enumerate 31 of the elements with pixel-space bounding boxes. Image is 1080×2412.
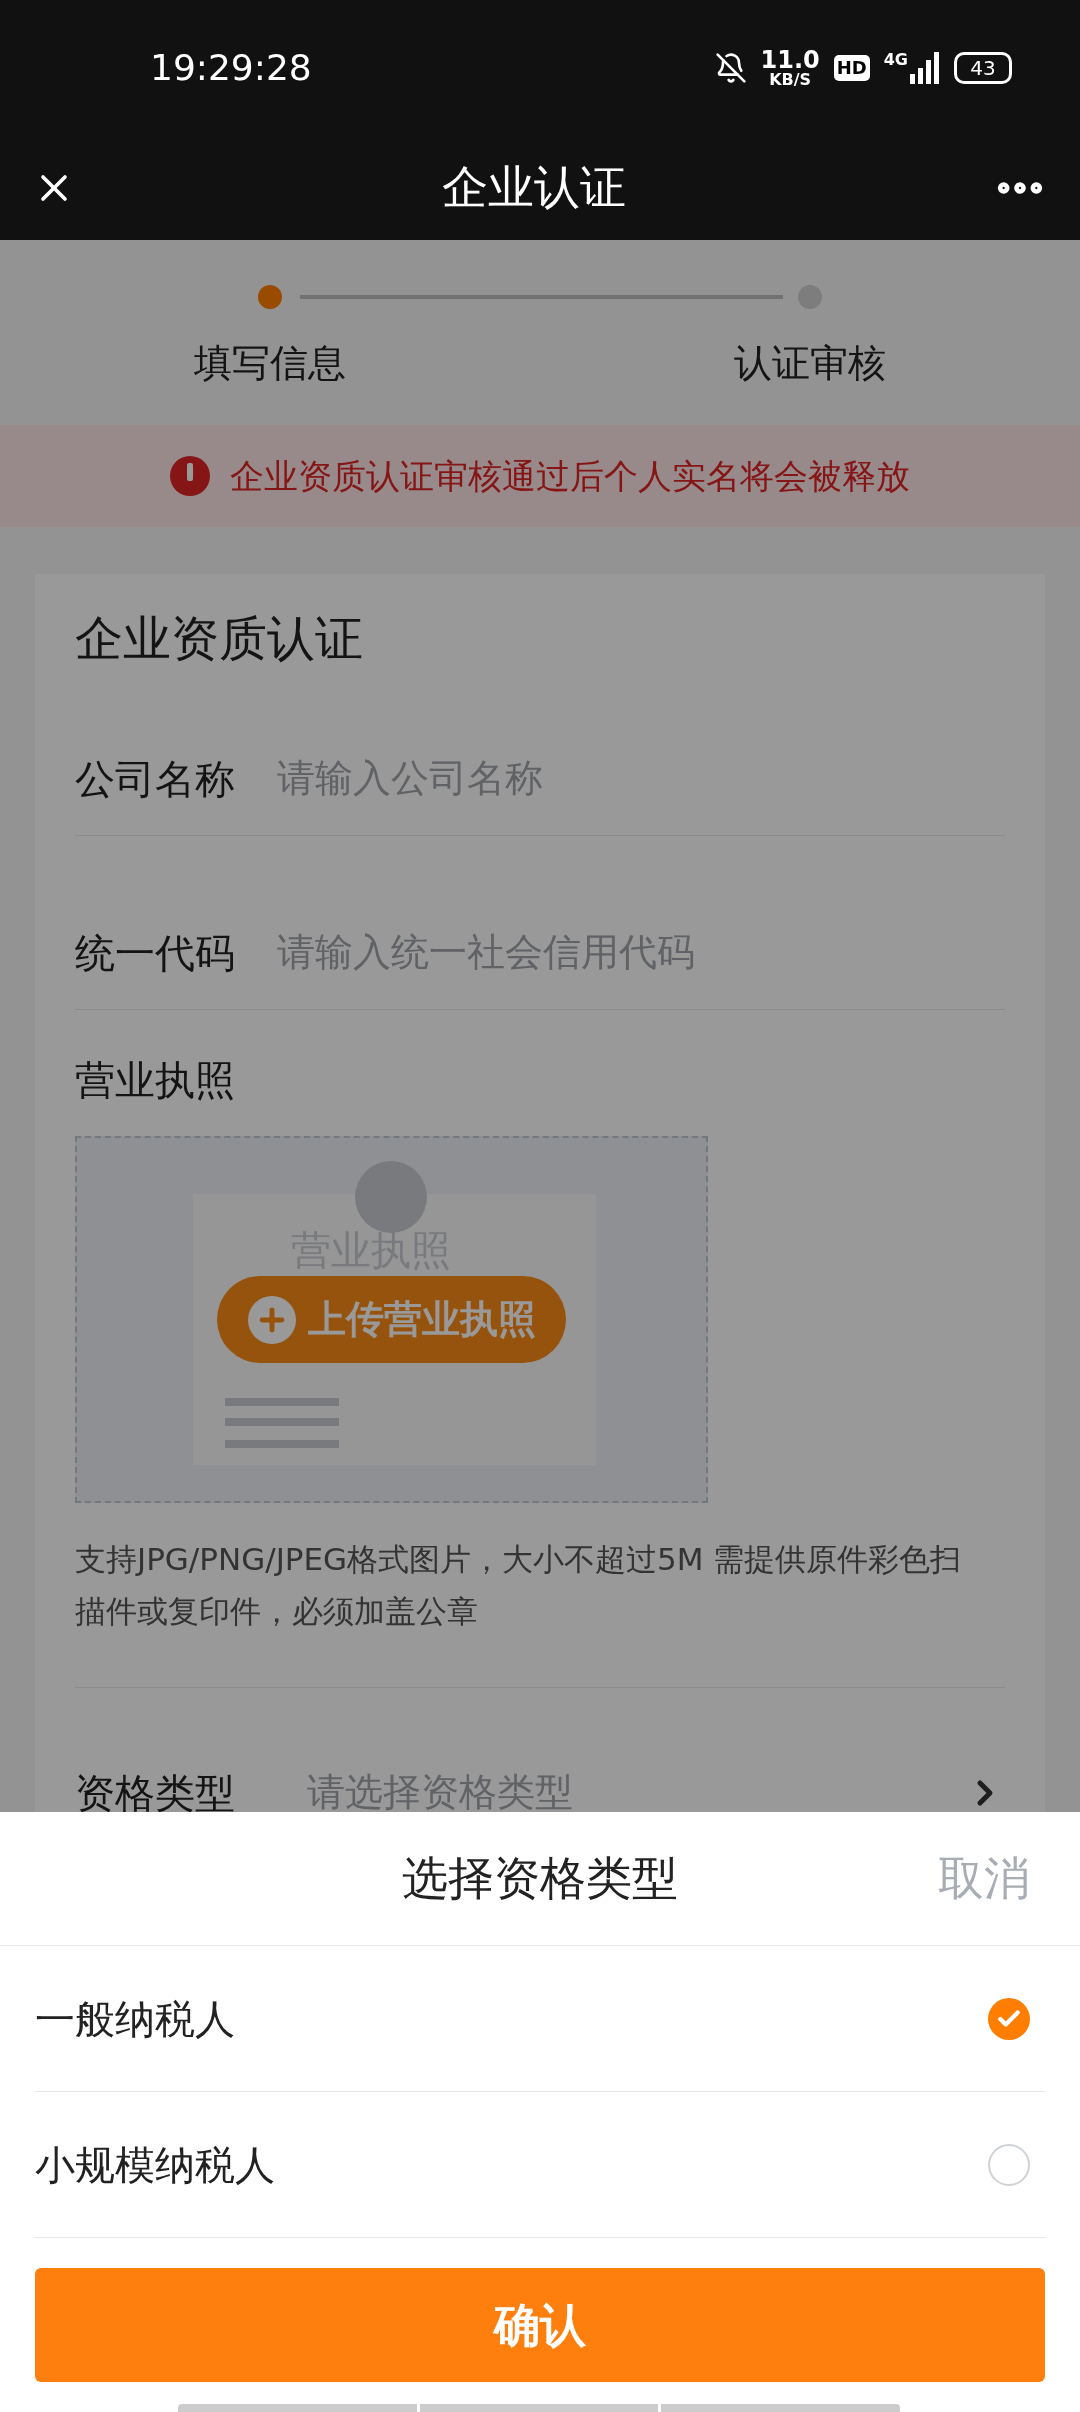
network-type: 4G <box>883 51 908 68</box>
upload-button[interactable]: 上传营业执照 <box>217 1276 566 1363</box>
page-title: 企业认证 <box>441 159 627 216</box>
warning-icon <box>170 456 210 496</box>
radio-button[interactable] <box>988 1997 1030 2040</box>
license-label: 营业执照 <box>75 1060 236 1100</box>
radio-button[interactable] <box>988 2143 1030 2186</box>
field-label: 公司名称 <box>75 754 235 804</box>
battery-indicator: 43 <box>954 51 1012 84</box>
field-label: 资格类型 <box>75 1768 236 1818</box>
bell-muted-icon <box>714 51 747 84</box>
card-title: 企业资质认证 <box>75 614 364 662</box>
text-field[interactable]: 请输入统一社会信用代码 <box>277 924 1005 981</box>
cancel-button[interactable]: 取消 <box>938 1844 1030 1913</box>
net-speed: 11.0 <box>760 47 820 72</box>
text-field[interactable]: 请输入公司名称 <box>277 750 1005 807</box>
hd-badge: HD <box>833 54 870 81</box>
net-speed-unit: KB/S <box>769 71 812 88</box>
upload-hint: 支持JPG/PNG/JPEG格式图片，大小不超过5M 需提供原件彩色扫描件或复印件，必须加盖公章 <box>75 1540 963 1631</box>
field-label: 统一代码 <box>75 928 235 978</box>
option-row[interactable]: 一般纳税人 <box>35 1946 1045 2092</box>
option-row[interactable]: 小规模纳税人 <box>35 2092 1045 2238</box>
sheet-title: 选择资格类型 <box>402 1850 678 1907</box>
status-time: 19:29:28 <box>150 45 312 90</box>
notice-text: 企业资质认证审核通过后个人实名将会被释放 <box>230 454 910 498</box>
option-label: 一般纳税人 <box>35 1994 235 2044</box>
step-label[interactable]: 填写信息 <box>194 335 346 392</box>
option-label: 小规模纳税人 <box>35 2140 275 2190</box>
confirm-button[interactable]: 确认 <box>35 2268 1045 2382</box>
signal-icon <box>910 51 940 84</box>
step-label[interactable]: 认证审核 <box>734 335 886 392</box>
